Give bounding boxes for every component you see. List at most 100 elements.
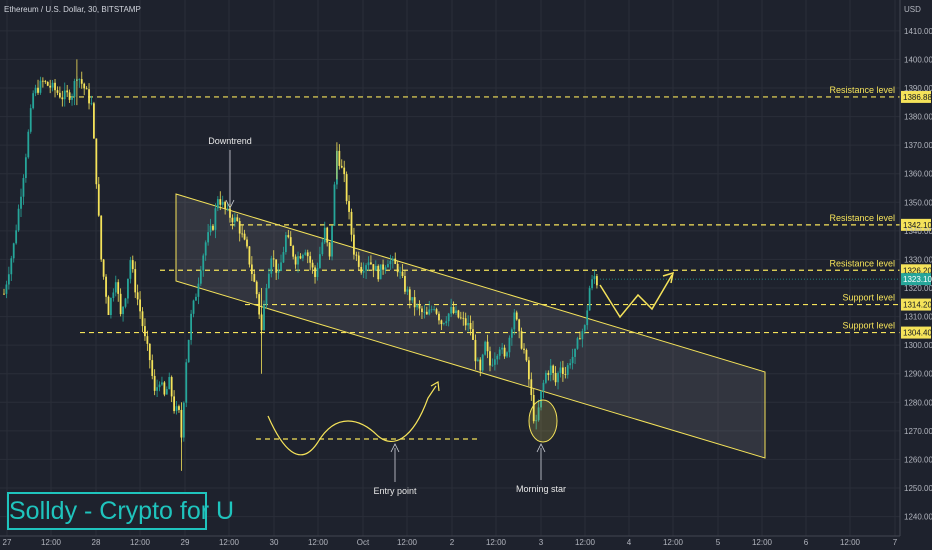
candle-body (299, 256, 302, 259)
candle-body (168, 377, 171, 390)
candle-body (467, 322, 470, 326)
candle-body (248, 246, 251, 265)
candle-body (413, 297, 416, 308)
candle-body (574, 348, 576, 357)
candle-body (384, 267, 387, 270)
candle-body (73, 81, 76, 97)
candle-body (102, 259, 105, 277)
x-tick-label: 12:00 (486, 538, 507, 547)
y-tick-label: 1320.00 (904, 284, 932, 293)
candle-body (221, 201, 224, 205)
candle-body (80, 79, 83, 84)
candle-body (559, 367, 562, 373)
candle-body (416, 305, 418, 308)
y-tick-label: 1380.00 (904, 113, 932, 122)
candlestick-chart[interactable]: Resistance level 1386.88 Resistance level 1… (0, 0, 932, 550)
candle-body (289, 237, 292, 246)
x-tick-label: 4 (627, 538, 632, 547)
candle-body (306, 252, 309, 257)
candle-body (552, 365, 555, 373)
candle-body (508, 337, 511, 353)
candle-body (20, 196, 22, 209)
candle-body (146, 336, 149, 344)
y-tick-label: 1290.00 (904, 370, 932, 379)
candle-body (24, 157, 27, 179)
candle-body (331, 225, 333, 257)
level-price-tag-text: 1386.88 (903, 93, 932, 102)
level-price-tag-text: 1314.20 (903, 301, 932, 310)
y-tick-label: 1260.00 (904, 455, 932, 464)
candle-body (447, 313, 450, 322)
y-tick-label: 1370.00 (904, 141, 932, 150)
symbol-title: Ethereum / U.S. Dollar, 30, BITSTAMP (4, 5, 141, 14)
candle-body (7, 274, 10, 285)
candle-body (124, 298, 127, 307)
candle-body (202, 255, 205, 271)
candle-body (323, 227, 326, 243)
candle-body (127, 278, 129, 299)
candle-body (204, 242, 207, 256)
candle-body (32, 93, 35, 109)
candle-body (175, 406, 178, 412)
candle-body (367, 262, 370, 266)
morning-star-highlight (528, 399, 558, 443)
candle-body (58, 92, 61, 98)
x-tick-label: 6 (804, 538, 809, 547)
candle-body (547, 372, 550, 375)
candle-body (54, 82, 56, 91)
candle-body (391, 258, 394, 261)
candle-body (112, 292, 115, 299)
y-tick-label: 1400.00 (904, 55, 932, 64)
candle-body (250, 264, 253, 275)
candle-body (486, 341, 489, 352)
level-label: Support level (842, 293, 895, 303)
candle-body (549, 365, 552, 375)
x-tick-label: 12:00 (397, 538, 418, 547)
candle-body (596, 276, 598, 286)
y-tick-label: 1390.00 (904, 84, 932, 93)
candle-body (442, 323, 445, 325)
candle-body (129, 260, 132, 279)
x-tick-label: 5 (716, 538, 721, 547)
candle-body (144, 326, 146, 337)
candle-body (476, 359, 479, 362)
candle-body (151, 360, 154, 376)
candle-body (207, 232, 210, 243)
candle-body (71, 96, 73, 100)
candle-body (370, 262, 372, 265)
candle-body (173, 396, 175, 412)
candle-body (569, 363, 572, 366)
candle-body (459, 317, 462, 319)
candle-body (544, 372, 547, 383)
candle-body (158, 384, 161, 388)
y-tick-label: 1410.00 (904, 27, 932, 36)
candle-body (255, 281, 258, 295)
level-label: Resistance level (829, 85, 895, 95)
candle-body (496, 355, 499, 360)
y-axis-unit: USD (904, 5, 921, 14)
entry-point-label: Entry point (373, 486, 417, 496)
y-tick-label: 1270.00 (904, 427, 932, 436)
x-tick-label: 12:00 (752, 538, 773, 547)
candle-body (438, 313, 440, 321)
y-tick-label: 1360.00 (904, 170, 932, 179)
candle-body (12, 243, 15, 259)
candle-body (428, 309, 431, 315)
candle-body (238, 221, 241, 234)
candle-body (100, 215, 103, 260)
candle-body (479, 359, 482, 371)
candle-body (182, 402, 185, 438)
y-tick-label: 1300.00 (904, 341, 932, 350)
candle-body (382, 264, 384, 270)
x-tick-label: 12:00 (663, 538, 684, 547)
candle-body (224, 201, 227, 209)
candle-body (338, 150, 341, 166)
candle-body (243, 233, 246, 240)
candle-body (110, 298, 112, 316)
candle-body (37, 87, 39, 93)
candle-body (328, 242, 331, 257)
candle-body (114, 282, 117, 293)
candle-body (542, 382, 545, 391)
candle-body (591, 279, 593, 289)
candle-body (319, 254, 321, 268)
